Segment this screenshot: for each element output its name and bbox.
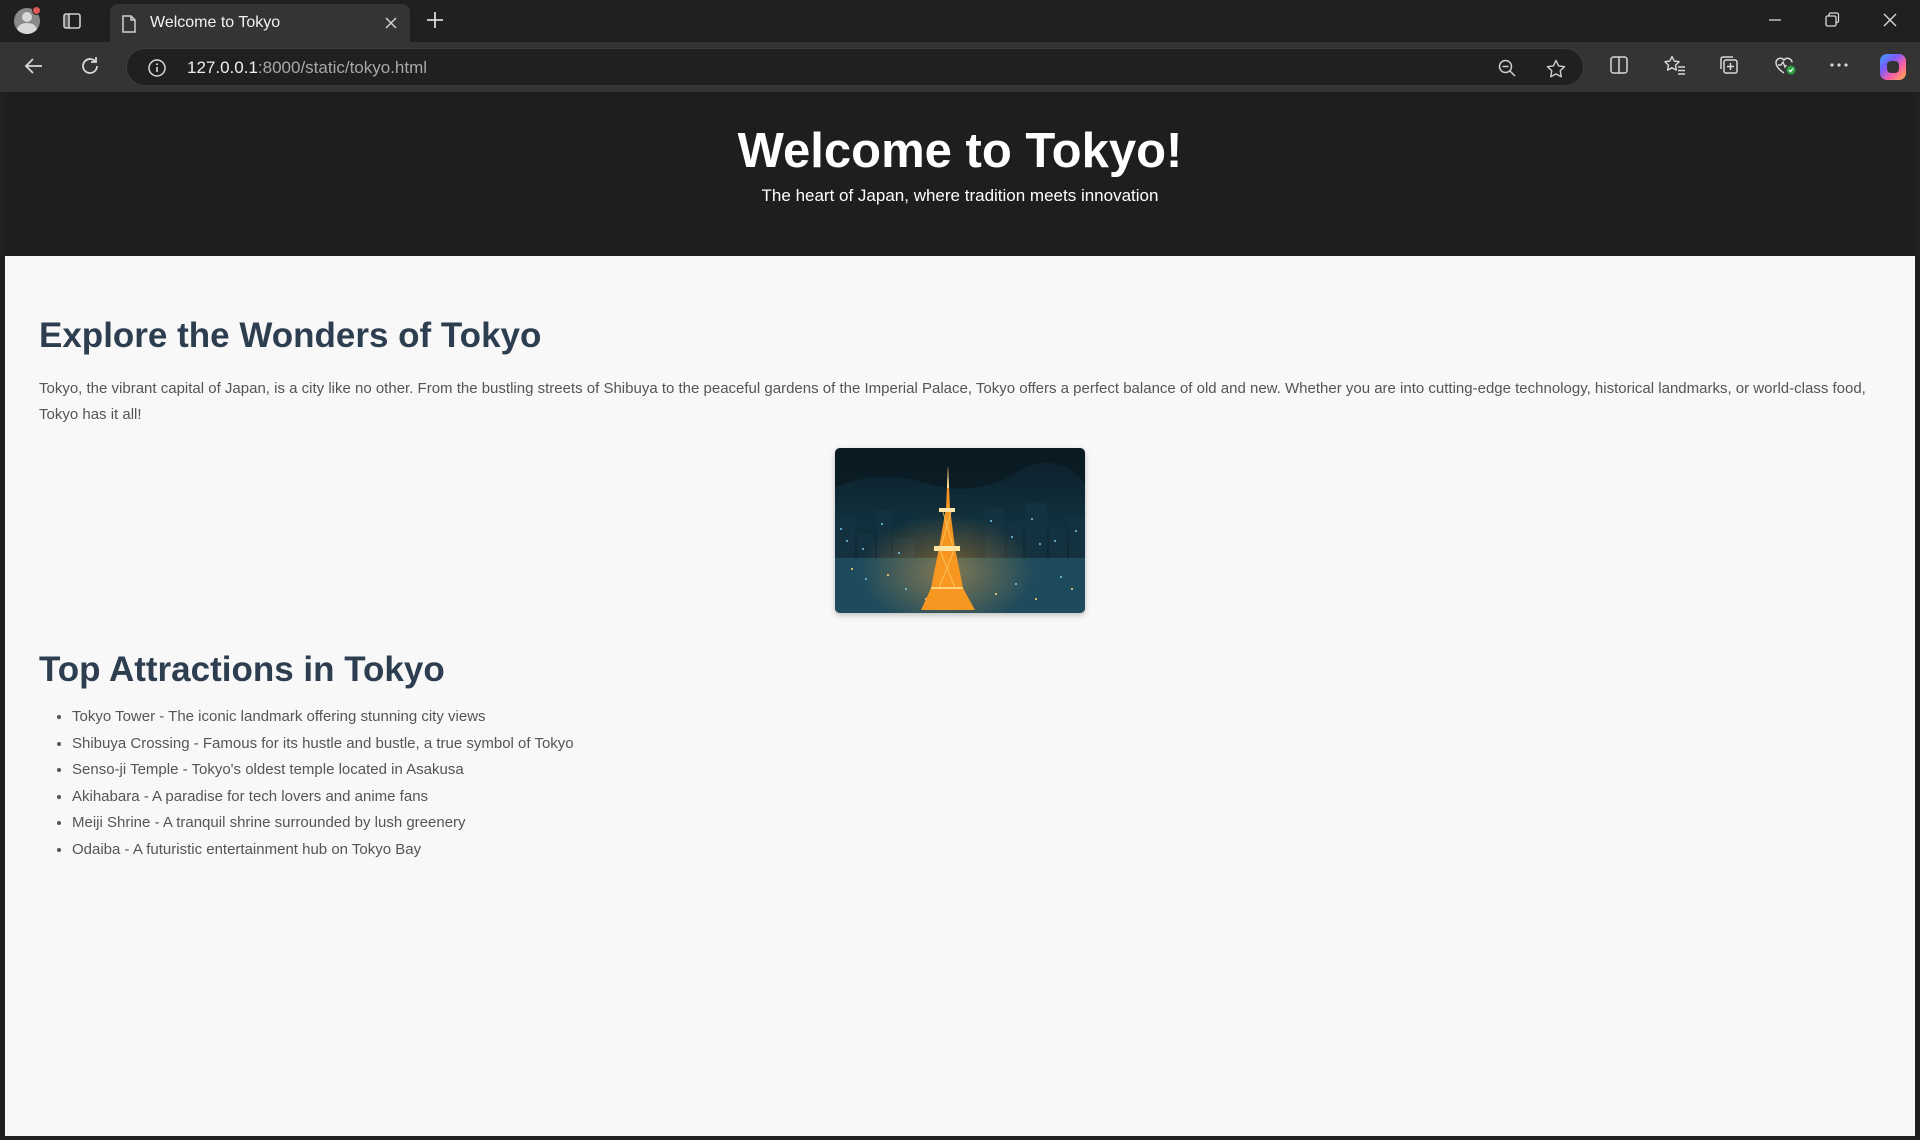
close-icon[interactable] <box>382 14 400 37</box>
url-host: 127.0.0.1 <box>187 58 258 77</box>
restore-icon[interactable] <box>1822 10 1842 35</box>
tab-title: Welcome to Tokyo <box>150 14 281 31</box>
copilot-icon[interactable] <box>1880 54 1906 80</box>
browser-essentials-icon[interactable] <box>1773 54 1797 81</box>
collections-icon[interactable] <box>1718 54 1740 81</box>
intro-paragraph: Tokyo, the vibrant capital of Japan, is … <box>39 380 1866 423</box>
list-item: Shibuya Crossing - Famous for its hustle… <box>72 731 1881 758</box>
hero-subtitle: The heart of Japan, where tradition meet… <box>761 186 1159 205</box>
back-icon[interactable] <box>22 54 46 83</box>
hero-header: Welcome to Tokyo! The heart of Japan, wh… <box>5 92 1915 256</box>
browser-toolbar: 127.0.0.1:8000/static/tokyo.html <box>0 42 1920 92</box>
reload-icon[interactable] <box>78 54 102 83</box>
sidebar-icon[interactable] <box>62 11 86 31</box>
tab-bar: Welcome to Tokyo <box>0 0 1920 42</box>
address-bar[interactable]: 127.0.0.1:8000/static/tokyo.html <box>126 48 1584 86</box>
url-text[interactable]: 127.0.0.1:8000/static/tokyo.html <box>187 58 427 78</box>
list-item: Senso-ji Temple - Tokyo's oldest temple … <box>72 757 1881 784</box>
minimize-icon[interactable] <box>1765 10 1785 35</box>
hero-title: Welcome to Tokyo! <box>737 124 1183 178</box>
section-title-attractions: Top Attractions in Tokyo <box>39 650 445 689</box>
attractions-list: Tokyo Tower - The iconic landmark offeri… <box>39 704 1881 863</box>
info-icon[interactable] <box>147 58 167 83</box>
url-path: :8000/static/tokyo.html <box>257 58 428 77</box>
split-screen-icon[interactable] <box>1608 54 1630 81</box>
main-content: Explore the Wonders of Tokyo Tokyo, the … <box>5 316 1915 863</box>
zoom-out-icon[interactable] <box>1497 58 1517 83</box>
list-item: Meiji Shrine - A tranquil shrine surroun… <box>72 810 1881 837</box>
plus-icon[interactable] <box>424 9 446 36</box>
active-tab[interactable]: Welcome to Tokyo <box>110 4 410 42</box>
list-item: Tokyo Tower - The iconic landmark offeri… <box>72 704 1881 731</box>
tokyo-tower-photo <box>835 448 1085 613</box>
list-item: Akihabara - A paradise for tech lovers a… <box>72 784 1881 811</box>
page-viewport: Welcome to Tokyo! The heart of Japan, wh… <box>5 92 1915 1136</box>
photo-container <box>39 448 1881 618</box>
page-icon <box>120 14 138 39</box>
favorites-icon[interactable] <box>1663 54 1687 81</box>
notification-dot <box>32 6 41 15</box>
section-title-explore: Explore the Wonders of Tokyo <box>39 316 542 355</box>
close-window-icon[interactable] <box>1880 10 1900 35</box>
more-icon[interactable] <box>1828 54 1850 81</box>
star-icon[interactable] <box>1545 58 1567 85</box>
list-item: Odaiba - A futuristic entertainment hub … <box>72 837 1881 864</box>
